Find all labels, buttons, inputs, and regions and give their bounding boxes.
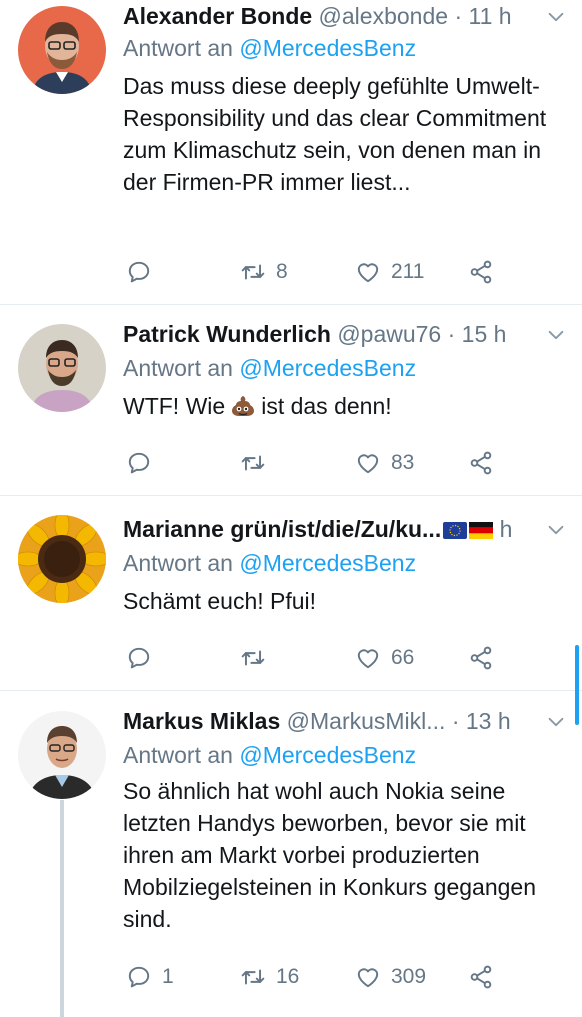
retweet-button[interactable] (240, 643, 276, 673)
retweet-icon (240, 964, 266, 990)
reply-icon (126, 964, 152, 990)
reply-button[interactable] (126, 448, 162, 478)
heart-icon (355, 964, 381, 990)
share-button[interactable] (468, 448, 494, 478)
mention-link[interactable]: @MercedesBenz (239, 742, 416, 768)
display-name[interactable]: Alexander Bonde (123, 3, 312, 29)
user-handle[interactable]: @alexbonde (319, 3, 449, 29)
reply-icon (126, 259, 152, 285)
retweet-button[interactable]: 8 (240, 257, 288, 287)
share-icon (468, 645, 494, 671)
chevron-down-icon[interactable] (545, 6, 567, 28)
tweet-text: WTF! Wie ist das denn! (123, 390, 568, 422)
like-button[interactable]: 83 (355, 448, 414, 478)
reply-label: Antwort an (123, 355, 233, 381)
share-icon (468, 450, 494, 476)
like-count: 66 (391, 646, 415, 669)
germany-flag-icon (469, 522, 494, 539)
reply-context: Antwort an @MercedesBenz (123, 549, 416, 577)
divider (0, 304, 582, 305)
divider (0, 495, 582, 496)
retweet-button[interactable] (240, 448, 276, 478)
scrollbar[interactable] (575, 645, 579, 725)
reply-icon (126, 450, 152, 476)
avatar[interactable] (18, 711, 106, 799)
chevron-down-icon[interactable] (545, 324, 567, 346)
like-count: 83 (391, 451, 415, 474)
timestamp[interactable]: · 13 h (452, 708, 511, 734)
heart-icon (355, 450, 381, 476)
tweet[interactable]: Marianne grün/ist/die/Zu/ku... h Antwort… (0, 513, 582, 690)
display-name[interactable]: Markus Miklas (123, 708, 280, 734)
timestamp[interactable]: · 11 h (454, 3, 511, 29)
reply-context: Antwort an @MercedesBenz (123, 34, 416, 62)
mention-link[interactable]: @MercedesBenz (239, 35, 416, 61)
reply-label: Antwort an (123, 742, 233, 768)
reply-icon (126, 645, 152, 671)
retweet-button[interactable]: 16 (240, 962, 299, 992)
tweet-text-after: ist das denn! (261, 393, 392, 419)
user-handle[interactable]: @pawu76 (337, 321, 441, 347)
reply-button[interactable] (126, 643, 162, 673)
reply-button[interactable] (126, 257, 162, 287)
like-button[interactable]: 309 (355, 962, 426, 992)
tweet[interactable]: Markus Miklas @MarkusMikl... · 13 h Antw… (0, 705, 582, 1017)
tweet-text: Schämt euch! Pfui! (123, 588, 317, 614)
tweet-header: Patrick Wunderlich @pawu76 · 15 h (123, 320, 506, 348)
mention-link[interactable]: @MercedesBenz (239, 550, 416, 576)
heart-icon (355, 259, 381, 285)
share-button[interactable] (468, 962, 494, 992)
mention-link[interactable]: @MercedesBenz (239, 355, 416, 381)
heart-icon (355, 645, 381, 671)
share-icon (468, 964, 494, 990)
like-button[interactable]: 211 (355, 257, 424, 287)
like-count: 211 (391, 260, 425, 283)
tweet-text: Das muss diese deeply gefühlte Umwelt-Re… (123, 73, 547, 195)
user-handle[interactable]: @MarkusMikl... (287, 708, 446, 734)
pile-of-poo-icon (232, 396, 255, 416)
retweet-count: 16 (276, 965, 300, 988)
reply-count: 1 (162, 965, 174, 988)
avatar[interactable] (18, 6, 106, 94)
avatar[interactable] (18, 324, 106, 412)
like-button[interactable]: 66 (355, 643, 414, 673)
like-count: 309 (391, 965, 427, 988)
tweet-header: Markus Miklas @MarkusMikl... · 13 h (123, 707, 511, 735)
retweet-count: 8 (276, 260, 288, 283)
reply-label: Antwort an (123, 550, 233, 576)
retweet-icon (240, 259, 266, 285)
tweet-header: Marianne grün/ist/die/Zu/ku... h (123, 515, 512, 543)
timestamp[interactable]: · 15 h (448, 321, 507, 347)
retweet-icon (240, 645, 266, 671)
share-icon (468, 259, 494, 285)
display-name[interactable]: Marianne grün/ist/die/Zu/ku... (123, 516, 441, 542)
tweet-header: Alexander Bonde @alexbonde · 11 h (123, 2, 512, 30)
thread-line (60, 800, 64, 1017)
divider (0, 690, 582, 691)
reply-label: Antwort an (123, 35, 233, 61)
reply-context: Antwort an @MercedesBenz (123, 741, 416, 769)
tweet[interactable]: Alexander Bonde @alexbonde · 11 h Antwor… (0, 0, 582, 304)
tweet[interactable]: Patrick Wunderlich @pawu76 · 15 h Antwor… (0, 318, 582, 495)
timestamp[interactable]: h (500, 516, 513, 542)
reply-button[interactable]: 1 (126, 962, 174, 992)
tweet-text: So ähnlich hat wohl auch Nokia seine let… (123, 778, 537, 932)
display-name[interactable]: Patrick Wunderlich (123, 321, 331, 347)
reply-context: Antwort an @MercedesBenz (123, 354, 416, 382)
eu-flag-icon (443, 522, 468, 539)
retweet-icon (240, 450, 266, 476)
chevron-down-icon[interactable] (545, 711, 567, 733)
avatar[interactable] (18, 515, 106, 603)
tweet-text-before: WTF! Wie (123, 393, 226, 419)
share-button[interactable] (468, 643, 494, 673)
chevron-down-icon[interactable] (545, 519, 567, 541)
share-button[interactable] (468, 257, 494, 287)
